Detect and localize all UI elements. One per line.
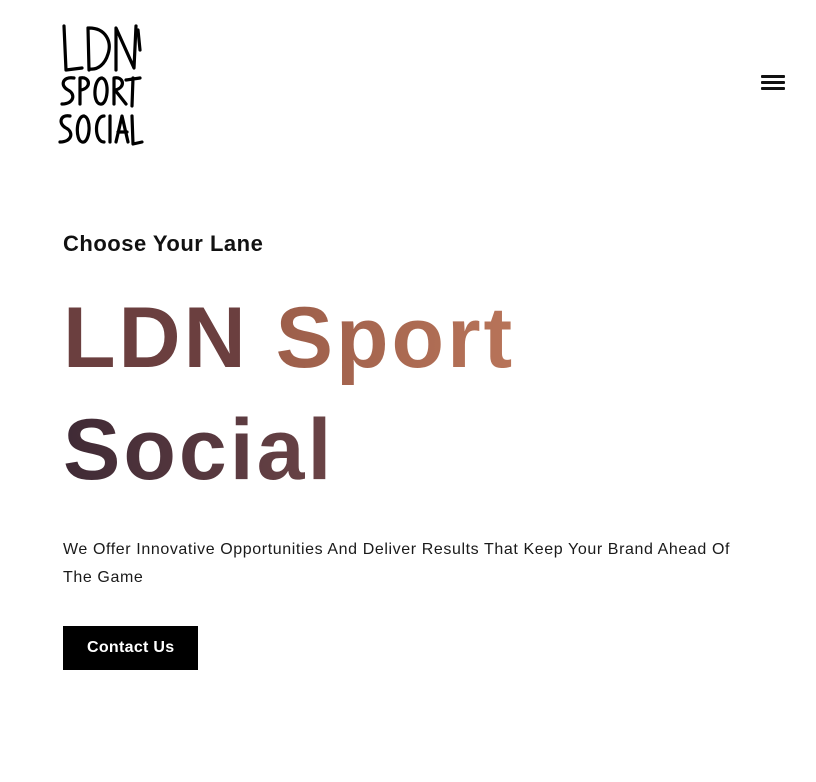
hero-description: We Offer Innovative Opportunities And De… bbox=[63, 541, 731, 586]
headline-word-sport: Sport bbox=[275, 290, 516, 386]
ldn-sport-social-logo bbox=[58, 24, 144, 146]
menu-bar bbox=[761, 75, 785, 78]
headline-line-1: LDN Sport bbox=[63, 282, 763, 394]
page: Choose Your Lane LDN Sport Social We Off… bbox=[0, 0, 816, 782]
contact-us-button[interactable]: Contact Us bbox=[63, 626, 199, 670]
headline-word-social: Social bbox=[63, 402, 335, 498]
menu-bar bbox=[761, 87, 785, 90]
hero-headline: LDN Sport Social bbox=[63, 282, 763, 506]
hero-section: Choose Your Lane LDN Sport Social We Off… bbox=[63, 228, 763, 670]
hero-eyebrow: Choose Your Lane bbox=[63, 231, 264, 256]
site-logo[interactable] bbox=[56, 20, 146, 148]
headline-line-2: Social bbox=[63, 394, 763, 506]
site-header bbox=[0, 0, 816, 160]
hamburger-menu-icon[interactable] bbox=[758, 70, 788, 96]
menu-bar bbox=[761, 81, 785, 84]
headline-word-ldn: LDN bbox=[63, 290, 249, 386]
